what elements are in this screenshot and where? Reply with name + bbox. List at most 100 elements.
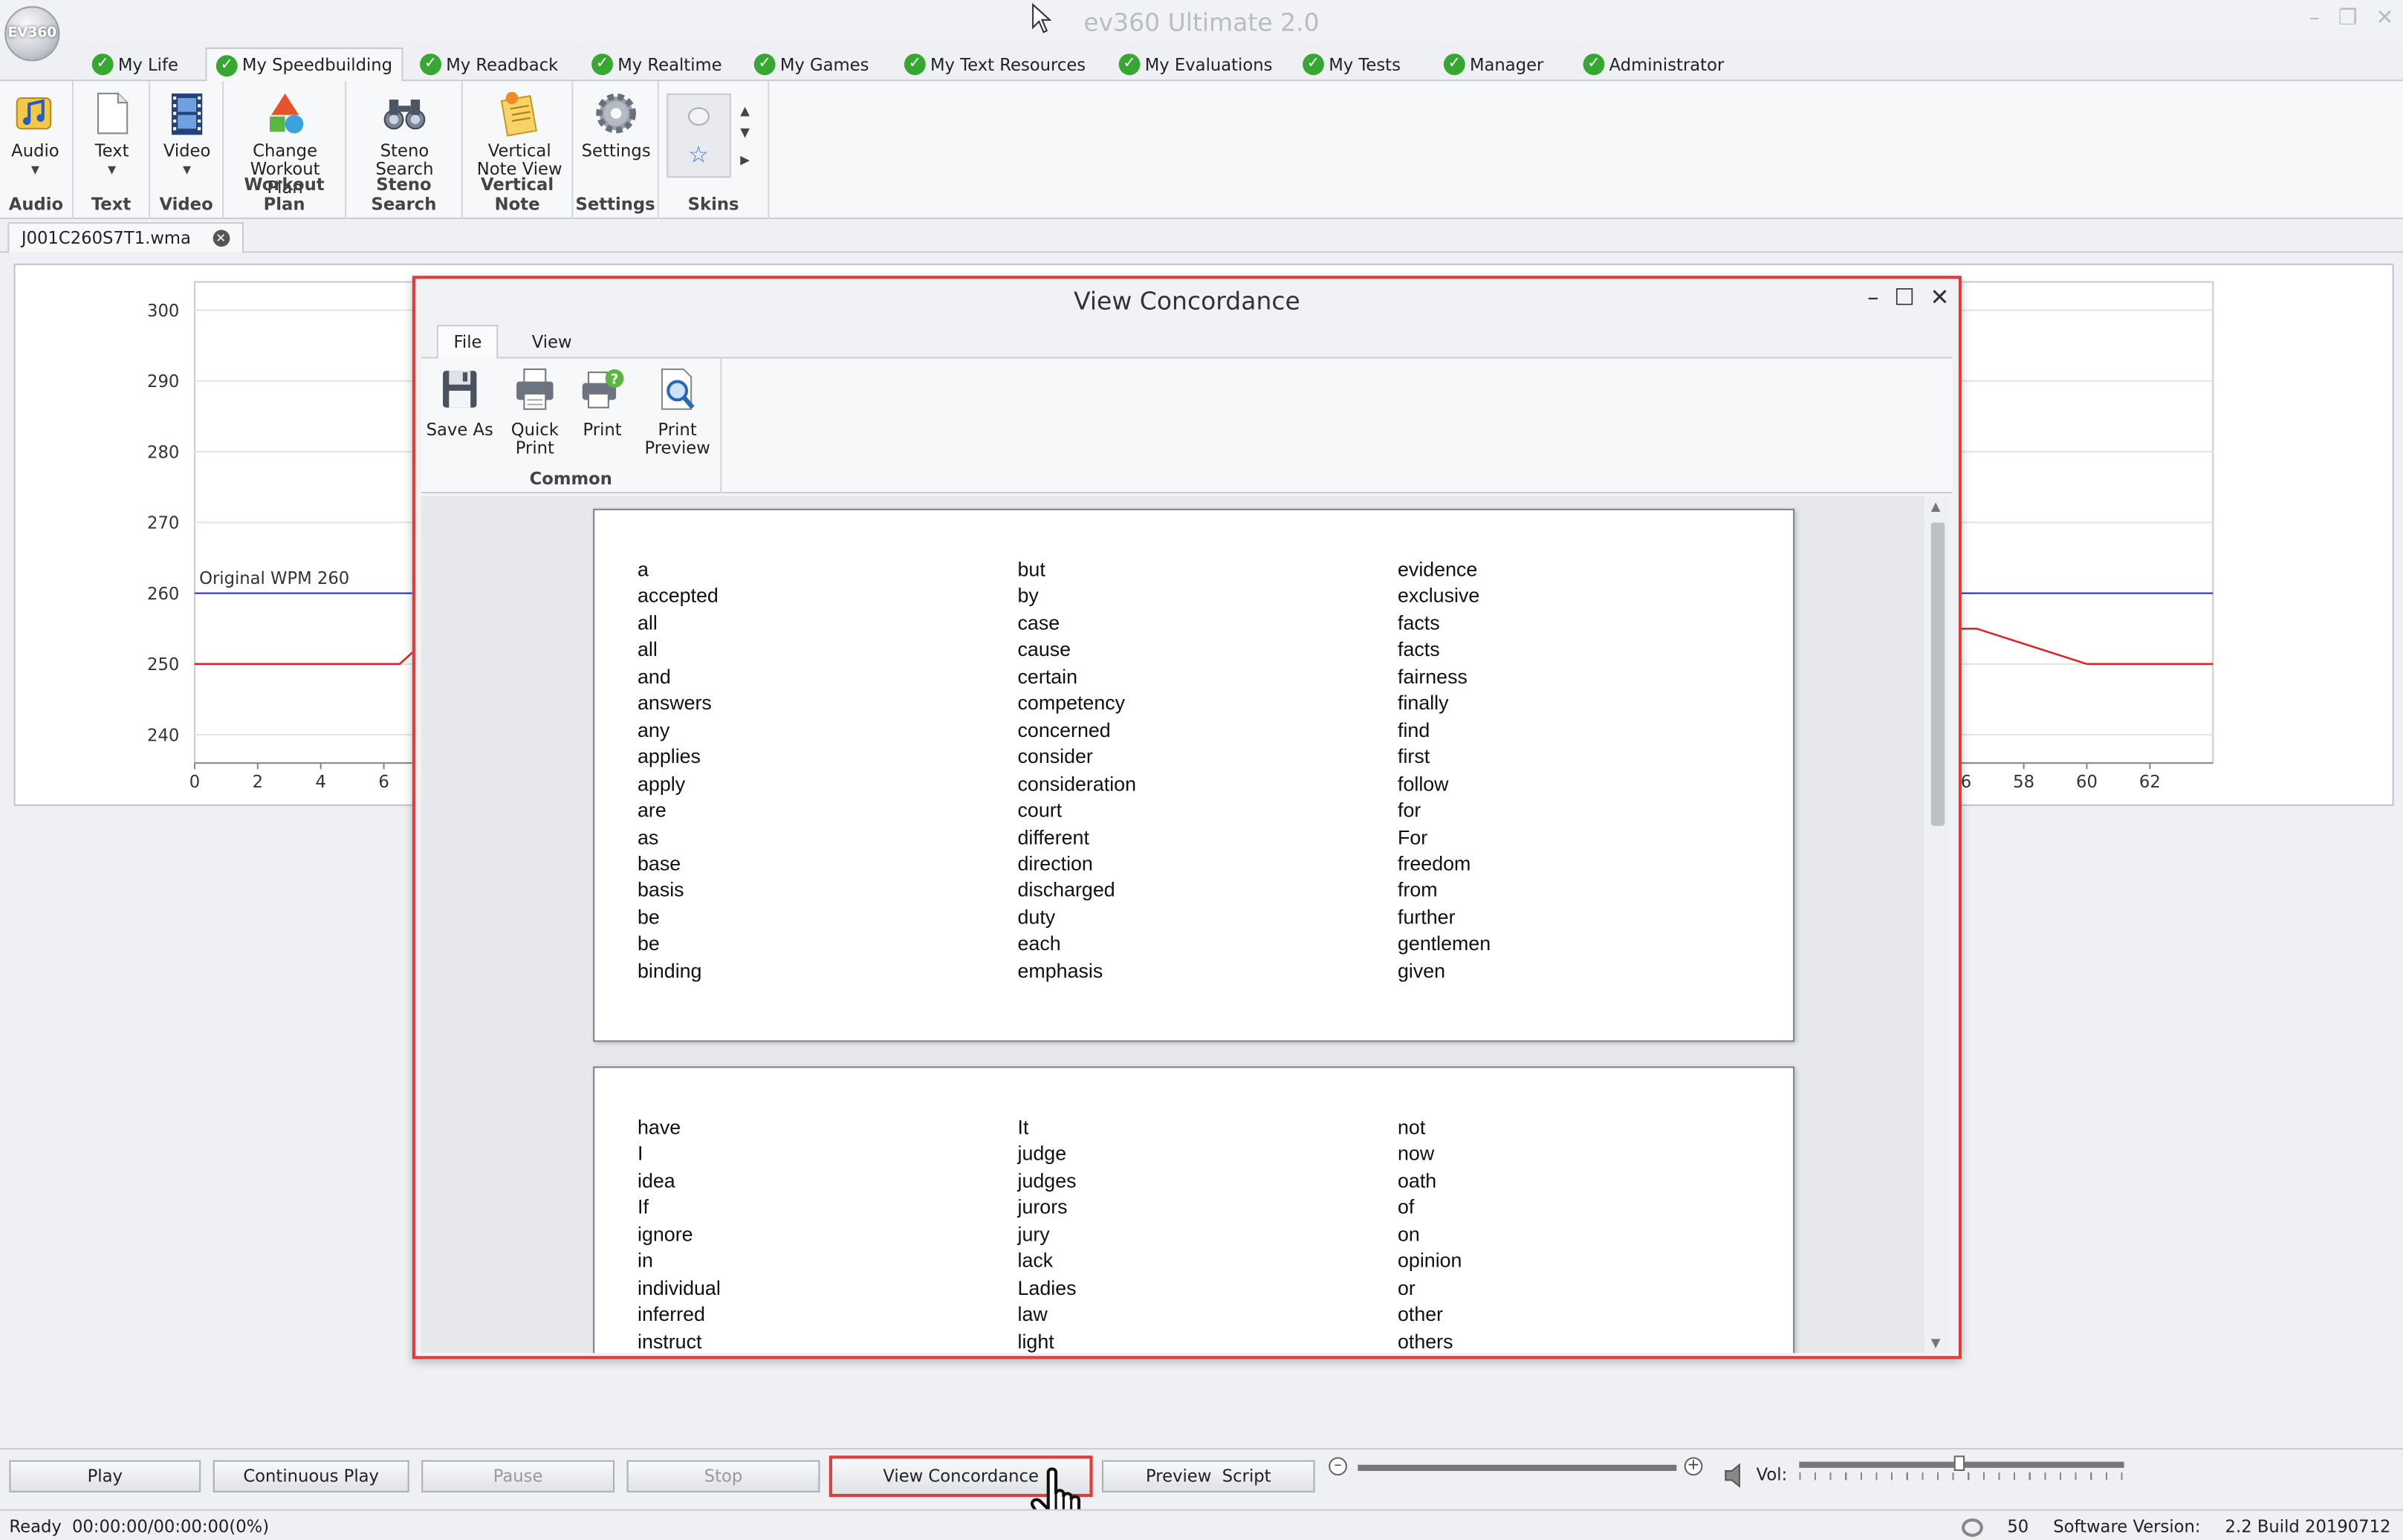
maximize-icon[interactable]: ❐ <box>2338 6 2358 30</box>
scroll-down-icon[interactable]: ▼ <box>740 118 750 149</box>
x-tick-label: 62 <box>2139 773 2161 792</box>
tab-label: My Speedbuilding <box>241 55 393 76</box>
tab-view[interactable]: View <box>516 325 587 358</box>
version-label: Software Version: <box>2053 1516 2201 1537</box>
skin-star-icon[interactable]: ☆ <box>688 141 709 169</box>
ribbon-group-label: Settings <box>575 194 655 215</box>
minimize-icon[interactable]: – <box>1867 284 1878 311</box>
tab-my-games[interactable]: ✓ My Games <box>745 48 878 81</box>
tab-my-text-resources[interactable]: ✓ My Text Resources <box>895 48 1095 81</box>
volume-slider-thumb[interactable] <box>1953 1455 1965 1471</box>
x-tick-label: 60 <box>2076 773 2098 792</box>
continuous-play-button[interactable]: Continuous Play <box>213 1460 409 1492</box>
concordance-word: idea <box>638 1169 675 1192</box>
volume-ticks <box>1799 1472 2124 1481</box>
play-button[interactable]: Play <box>9 1460 201 1492</box>
scrollbar-thumb[interactable] <box>1930 522 1945 826</box>
y-tick-label: 280 <box>147 443 179 462</box>
text-button[interactable]: Text ▼ <box>86 91 138 180</box>
tab-my-readback[interactable]: ✓ My Readback <box>411 48 568 81</box>
video-button[interactable]: Video ▼ <box>161 91 213 180</box>
concordance-word: applies <box>638 744 701 768</box>
continuous-play-label: Continuous Play <box>243 1466 380 1487</box>
playback-controls: Play Continuous Play Pause Stop View Con… <box>0 1448 2403 1502</box>
dropdown-caret-icon: ▼ <box>107 163 117 177</box>
document-tab[interactable]: J001C260S7T1.wma ✕ <box>7 222 244 253</box>
tab-administrator[interactable]: ✓ Administrator <box>1574 48 1734 81</box>
print-button[interactable]: ? Print <box>574 366 629 440</box>
check-icon: ✓ <box>904 53 926 76</box>
page2-column-2: It judge judges jurors jury lack Ladies law ligh… <box>1018 1114 1077 1353</box>
maximize-icon[interactable]: ☐ <box>1894 284 1915 311</box>
tab-my-speedbuilding[interactable]: ✓ My Speedbuilding <box>205 47 403 82</box>
quick-print-label-1: Quick <box>510 420 559 440</box>
vertical-note-view-button[interactable]: Vertical Note View <box>475 91 564 180</box>
skin-round-icon[interactable] <box>688 107 710 126</box>
skins-gallery[interactable]: ☆ <box>667 93 731 178</box>
tab-manager[interactable]: ✓ Manager <box>1435 48 1553 81</box>
close-icon[interactable]: ✕ <box>1930 284 1950 311</box>
y-tick-label: 260 <box>147 585 179 604</box>
concordance-word: gentlemen <box>1398 932 1491 955</box>
x-tick-label: 4 <box>315 773 325 792</box>
save-as-button[interactable]: Save As <box>424 366 495 440</box>
print-preview-label-2: Preview <box>644 438 710 458</box>
print-label: Print <box>583 420 622 440</box>
steno-search-button[interactable]: Steno Search <box>371 91 438 180</box>
stop-button[interactable]: Stop <box>626 1460 820 1492</box>
check-icon: ✓ <box>591 53 613 76</box>
concordance-word: judge <box>1017 1142 1067 1166</box>
skins-gallery-scroll[interactable]: ▲ ▼ ▶ <box>740 97 750 176</box>
check-icon: ✓ <box>1118 53 1141 76</box>
page2-column-1: have Iidea If ignore in individual inferred ins… <box>638 1114 721 1353</box>
concordance-word: facts <box>1398 611 1440 634</box>
scroll-up-icon[interactable]: ▲ <box>1931 499 1941 513</box>
concordance-word: be <box>638 932 660 955</box>
page1-column-2: but by case cause certain competency concerned… <box>1018 556 1136 984</box>
dropdown-caret-icon: ▼ <box>30 163 39 177</box>
status-time: 00:00:00/00:00:00(0%) <box>71 1516 270 1537</box>
tab-my-life[interactable]: ✓ My Life <box>82 48 187 81</box>
concordance-word: or <box>1398 1276 1415 1299</box>
x-tick-label: 6 <box>378 773 389 792</box>
tab-my-tests[interactable]: ✓ My Tests <box>1294 48 1410 81</box>
tab-my-realtime[interactable]: ✓ My Realtime <box>583 48 731 81</box>
concordance-word: all <box>638 611 658 634</box>
preview-script-label: Preview Script <box>1146 1466 1271 1487</box>
audio-button[interactable]: Audio ▼ <box>9 91 61 180</box>
dropdown-caret-icon: ▼ <box>183 163 192 177</box>
zoom-in-icon[interactable]: + <box>1684 1457 1703 1476</box>
y-tick-label: 250 <box>147 655 179 675</box>
video-button-label: Video <box>163 140 211 161</box>
close-tab-icon[interactable]: ✕ <box>212 230 230 247</box>
settings-button[interactable]: Settings <box>581 91 652 161</box>
print-preview-button[interactable]: Print Preview <box>639 366 716 458</box>
concordance-word: emphasis <box>1017 958 1103 982</box>
concordance-preview-area[interactable]: a accepted all all and answers any applies apply… <box>421 496 1925 1354</box>
concordance-word: It <box>1017 1115 1029 1139</box>
document-tabs: J001C260S7T1.wma ✕ <box>0 218 2403 253</box>
audio-button-label: Audio <box>11 140 59 161</box>
minimize-icon[interactable]: – <box>2309 6 2320 30</box>
app-logo-button[interactable]: EV360 <box>4 6 60 62</box>
concordance-word: find <box>1398 718 1430 741</box>
tab-file[interactable]: File <box>436 325 499 359</box>
vertical-scrollbar[interactable]: ▲ ▼ <box>1926 496 1950 1354</box>
concordance-tabs: File View <box>421 322 1953 359</box>
scroll-down-icon[interactable]: ▼ <box>1931 1336 1941 1351</box>
concordance-word: of <box>1398 1195 1415 1219</box>
pause-button[interactable]: Pause <box>421 1460 615 1492</box>
close-icon[interactable]: ✕ <box>2376 6 2393 30</box>
tab-label: My Tests <box>1329 54 1401 75</box>
expand-gallery-icon[interactable]: ▶ <box>740 146 750 176</box>
quick-print-button[interactable]: Quick Print <box>505 366 566 458</box>
tab-my-evaluations[interactable]: ✓ My Evaluations <box>1109 48 1282 81</box>
text-button-label: Text <box>94 140 129 161</box>
concordance-word: jury <box>1017 1222 1050 1246</box>
concordance-word: all <box>638 637 658 661</box>
zoom-out-icon[interactable]: – <box>1329 1457 1347 1476</box>
check-icon: ✓ <box>91 53 114 76</box>
speed-slider[interactable] <box>1358 1464 1677 1471</box>
preview-script-button[interactable]: Preview Script <box>1101 1460 1315 1492</box>
view-concordance-label: View Concordance <box>883 1466 1039 1487</box>
